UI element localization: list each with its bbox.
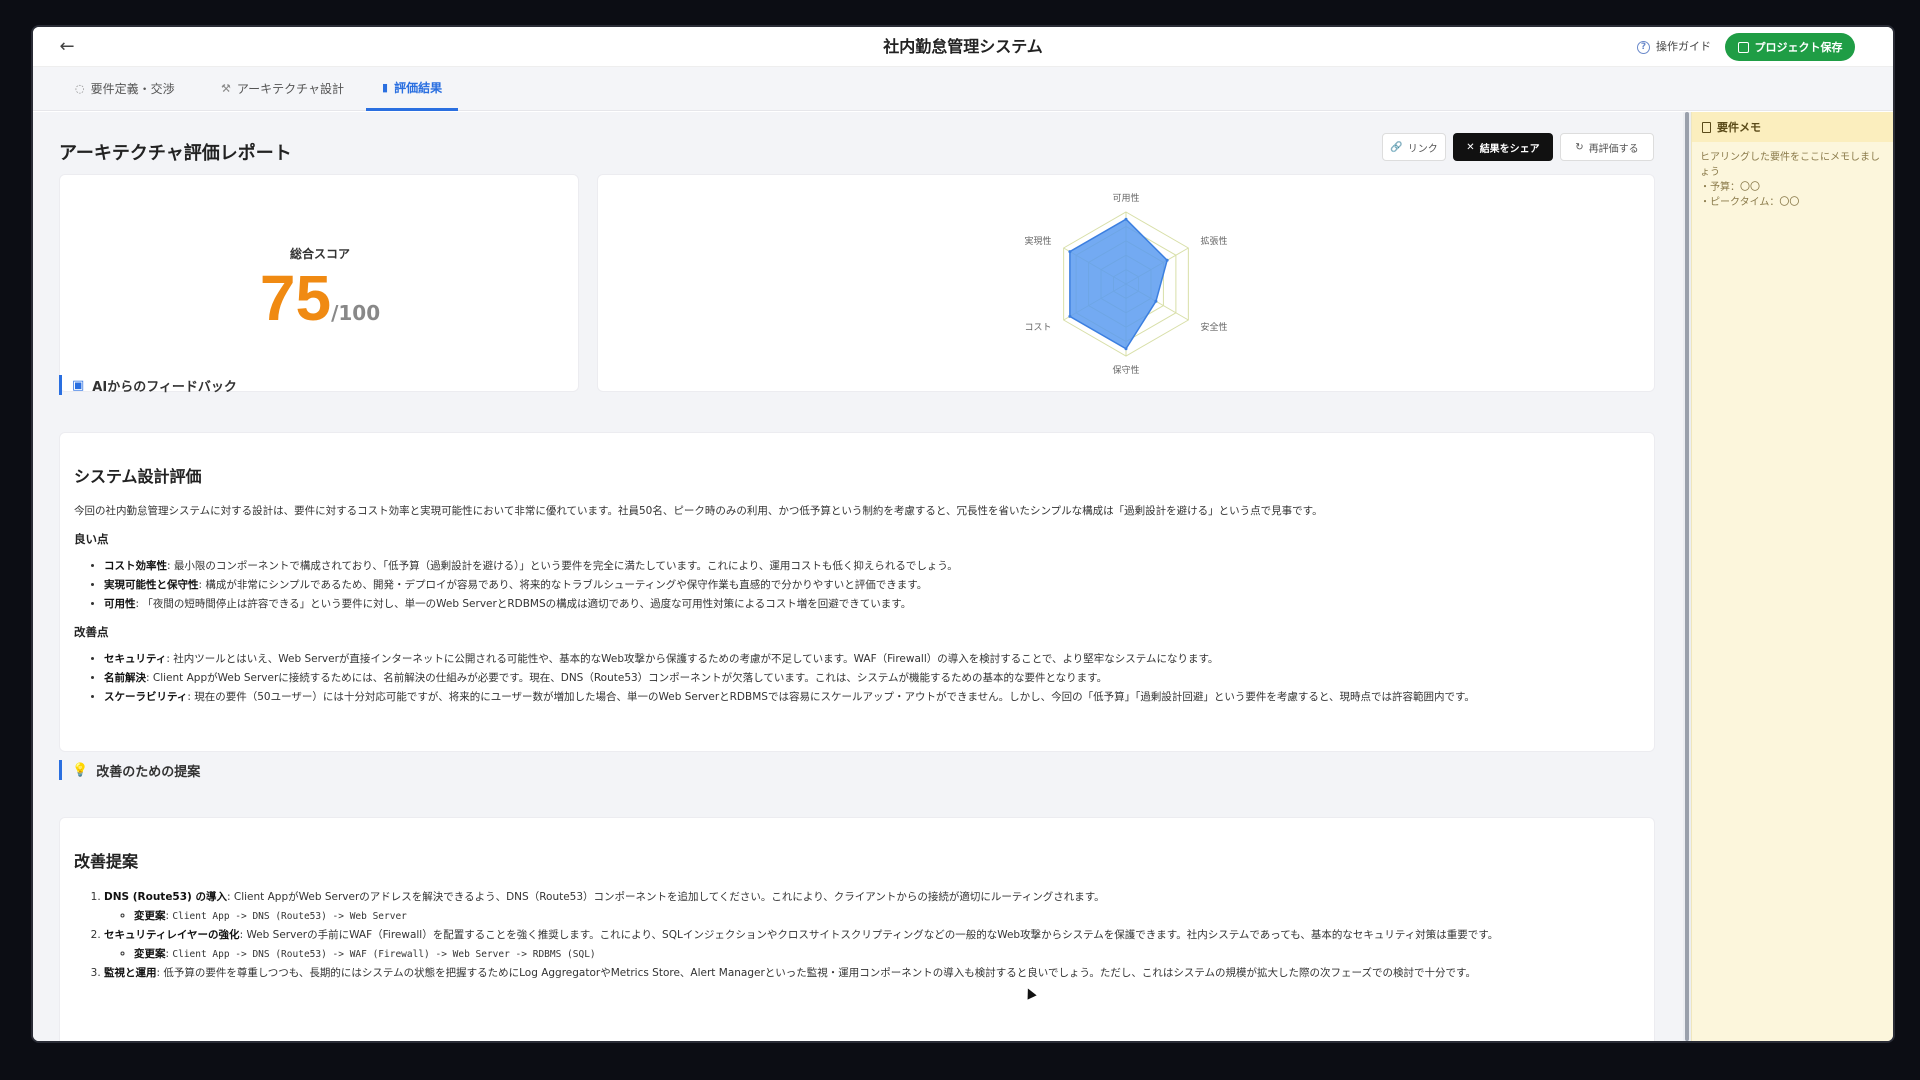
radar-point <box>1124 347 1128 351</box>
main-content: アーキテクチャ評価レポート 🔗 リンク ✕ 結果をシェア ↻ 再評価する 総合ス… <box>33 112 1683 1041</box>
improve-points-title: 改善点 <box>74 625 109 639</box>
guide-button[interactable]: ? 操作ガイド <box>1627 34 1721 60</box>
list-item: 実現可能性と保守性: 構成が非常にシンプルであるため、開発・デプロイが容易であり… <box>104 576 1640 595</box>
tab-requirements[interactable]: ◌ 要件定義・交渉 <box>59 67 191 111</box>
top-bar: ← 社内勤怠管理システム ? 操作ガイド プロジェクト保存 <box>33 27 1893 67</box>
radar-point <box>1154 299 1158 303</box>
back-button[interactable]: ← <box>55 35 79 59</box>
memo-title: 要件メモ <box>1717 121 1761 134</box>
refresh-icon: ↻ <box>1575 141 1584 153</box>
memo-textarea[interactable]: ヒアリングした要件をここにメモしましょう ・予算：〇〇 ・ピークタイム：〇〇 <box>1700 150 1886 210</box>
feedback-section-header: ▣ AIからのフィードバック <box>59 375 237 395</box>
link-button[interactable]: 🔗 リンク <box>1382 133 1446 161</box>
suggestions-section-title: 改善のための提案 <box>96 764 201 780</box>
memo-panel: 要件メモ ヒアリングした要件をここにメモしましょう ・予算：〇〇 ・ピークタイム… <box>1691 112 1893 1041</box>
help-icon: ? <box>1637 40 1650 54</box>
robot-icon: ▣ <box>72 377 85 393</box>
radar-axis-label: 実現性 <box>1025 235 1052 247</box>
suggestions-card: 改善提案 DNS (Route53) の導入: Client AppがWeb S… <box>59 817 1655 1041</box>
radar-axis-label: 可用性 <box>1112 192 1139 204</box>
guide-button-label: 操作ガイド <box>1656 40 1711 53</box>
main-scrollbar[interactable] <box>1683 112 1691 1041</box>
tab-label: 評価結果 <box>394 80 443 95</box>
app-window: ← 社内勤怠管理システム ? 操作ガイド プロジェクト保存 ◌ 要件定義・交渉 … <box>33 27 1893 1041</box>
improve-points-list: セキュリティ: 社内ツールとはいえ、Web Serverが直接インターネットに公… <box>74 650 1640 707</box>
bar-chart-icon: ▮ <box>382 80 389 94</box>
tab-architecture[interactable]: ⚒ アーキテクチャ設計 <box>205 67 360 111</box>
feedback-section-title: AIからのフィードバック <box>92 379 237 395</box>
radar-axis-label: 安全性 <box>1200 321 1227 333</box>
list-item: コスト効率性: 最小限のコンポーネントで構成されており、「低予算（過剰設計を避け… <box>104 557 1640 576</box>
tab-label: アーキテクチャ設計 <box>236 82 345 96</box>
share-button[interactable]: ✕ 結果をシェア <box>1453 133 1553 161</box>
radar-axis-label: コスト <box>1025 323 1052 333</box>
report-title: アーキテクチャ評価レポート <box>59 143 292 164</box>
score-card: 総合スコア 75/100 <box>59 174 579 392</box>
good-points-list: コスト効率性: 最小限のコンポーネントで構成されており、「低予算（過剰設計を避け… <box>74 557 1640 614</box>
feedback-heading: システム設計評価 <box>74 467 202 486</box>
link-icon: 🔗 <box>1390 141 1403 153</box>
radar-chart-card: 可用性拡張性安全性保守性 コスト 実現性 <box>597 174 1655 392</box>
suggestions-section-header: 💡 改善のための提案 <box>59 760 200 780</box>
list-item: 名前解決: Client AppがWeb Serverに接続するためには、名前解… <box>104 669 1640 688</box>
feedback-intro: 今回の社内勤怠管理システムに対する設計は、要件に対するコスト効率と実現可能性にお… <box>74 505 1323 517</box>
radar-axis-label: 拡張性 <box>1200 235 1227 247</box>
tab-label: 要件定義・交渉 <box>90 82 175 96</box>
radar-axis-label: 保守性 <box>1112 364 1139 376</box>
list-item: DNS (Route53) の導入: Client AppがWeb Server… <box>104 888 1640 926</box>
save-project-button[interactable]: プロジェクト保存 <box>1725 33 1855 61</box>
suggestions-heading: 改善提案 <box>74 852 139 871</box>
save-icon <box>1737 41 1749 53</box>
radar-chart: 可用性拡張性安全性保守性 コスト 実現性 <box>1025 192 1228 376</box>
radar-point <box>1068 250 1072 254</box>
tab-bar: ◌ 要件定義・交渉 ⚒ アーキテクチャ設計 ▮ 評価結果 <box>33 67 1893 111</box>
chat-icon: ◌ <box>75 82 85 95</box>
tab-evaluation[interactable]: ▮ 評価結果 <box>366 67 459 111</box>
x-logo-icon: ✕ <box>1466 141 1475 153</box>
lightbulb-icon: 💡 <box>72 762 89 778</box>
score-value: 75 <box>259 262 332 334</box>
good-points-title: 良い点 <box>74 532 109 546</box>
list-item: 可用性: 「夜間の短時間停止は許容できる」という要件に対し、単一のWeb Ser… <box>104 595 1640 614</box>
list-item: セキュリティ: 社内ツールとはいえ、Web Serverが直接インターネットに公… <box>104 650 1640 669</box>
score-max: /100 <box>331 301 381 325</box>
memo-header: 要件メモ <box>1692 112 1893 142</box>
reevaluate-button-label: 再評価する <box>1588 143 1639 155</box>
reevaluate-button[interactable]: ↻ 再評価する <box>1560 133 1654 161</box>
radar-series-area <box>1069 218 1168 350</box>
save-project-label: プロジェクト保存 <box>1754 41 1843 54</box>
list-item: 監視と運用: 低予算の要件を尊重しつつも、長期的にはシステムの状態を把握するため… <box>104 964 1640 983</box>
suggestions-list: DNS (Route53) の導入: Client AppがWeb Server… <box>74 888 1640 983</box>
scrollbar-thumb[interactable] <box>1685 112 1689 1041</box>
tool-icon: ⚒ <box>221 82 231 95</box>
radar-point <box>1068 314 1072 318</box>
radar-point <box>1165 258 1169 262</box>
note-icon <box>1702 121 1711 133</box>
score-label: 総合スコア <box>289 247 350 261</box>
arrow-left-icon: ← <box>59 36 75 57</box>
share-button-label: 結果をシェア <box>1479 143 1540 155</box>
radar-point <box>1124 217 1128 221</box>
app-title: 社内勤怠管理システム <box>883 37 1043 56</box>
list-item: スケーラビリティ: 現在の要件（50ユーザー）には十分対応可能ですが、将来的にユ… <box>104 688 1640 707</box>
link-button-label: リンク <box>1407 143 1438 155</box>
feedback-card: システム設計評価 今回の社内勤怠管理システムに対する設計は、要件に対するコスト効… <box>59 432 1655 752</box>
list-item: セキュリティレイヤーの強化: Web Serverの手前にWAF（Firewal… <box>104 926 1640 964</box>
